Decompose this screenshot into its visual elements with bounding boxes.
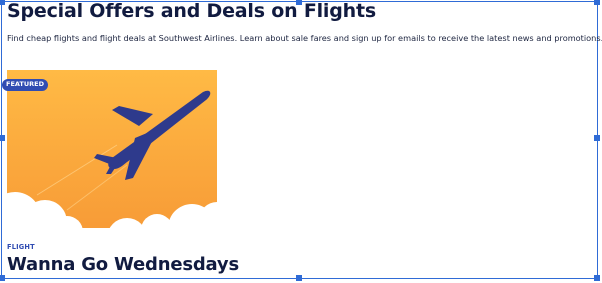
resize-handle-bottom-left[interactable] bbox=[0, 275, 5, 281]
resize-handle-middle-right[interactable] bbox=[594, 135, 600, 141]
resize-handle-bottom-middle[interactable] bbox=[296, 275, 302, 281]
resize-handle-top-left[interactable] bbox=[0, 0, 5, 5]
card-image[interactable] bbox=[7, 70, 217, 236]
featured-badge: FEATURED bbox=[2, 79, 48, 91]
resize-handle-bottom-right[interactable] bbox=[594, 275, 600, 281]
card-title[interactable]: Wanna Go Wednesdays bbox=[7, 254, 239, 275]
card-category: FLIGHT bbox=[7, 243, 35, 251]
page-description: Find cheap flights and flight deals at S… bbox=[7, 33, 602, 43]
airplane-illustration-icon bbox=[7, 70, 217, 236]
page-title: Special Offers and Deals on Flights bbox=[7, 0, 376, 22]
resize-handle-top-right[interactable] bbox=[594, 0, 600, 5]
resize-handle-middle-left[interactable] bbox=[0, 135, 5, 141]
